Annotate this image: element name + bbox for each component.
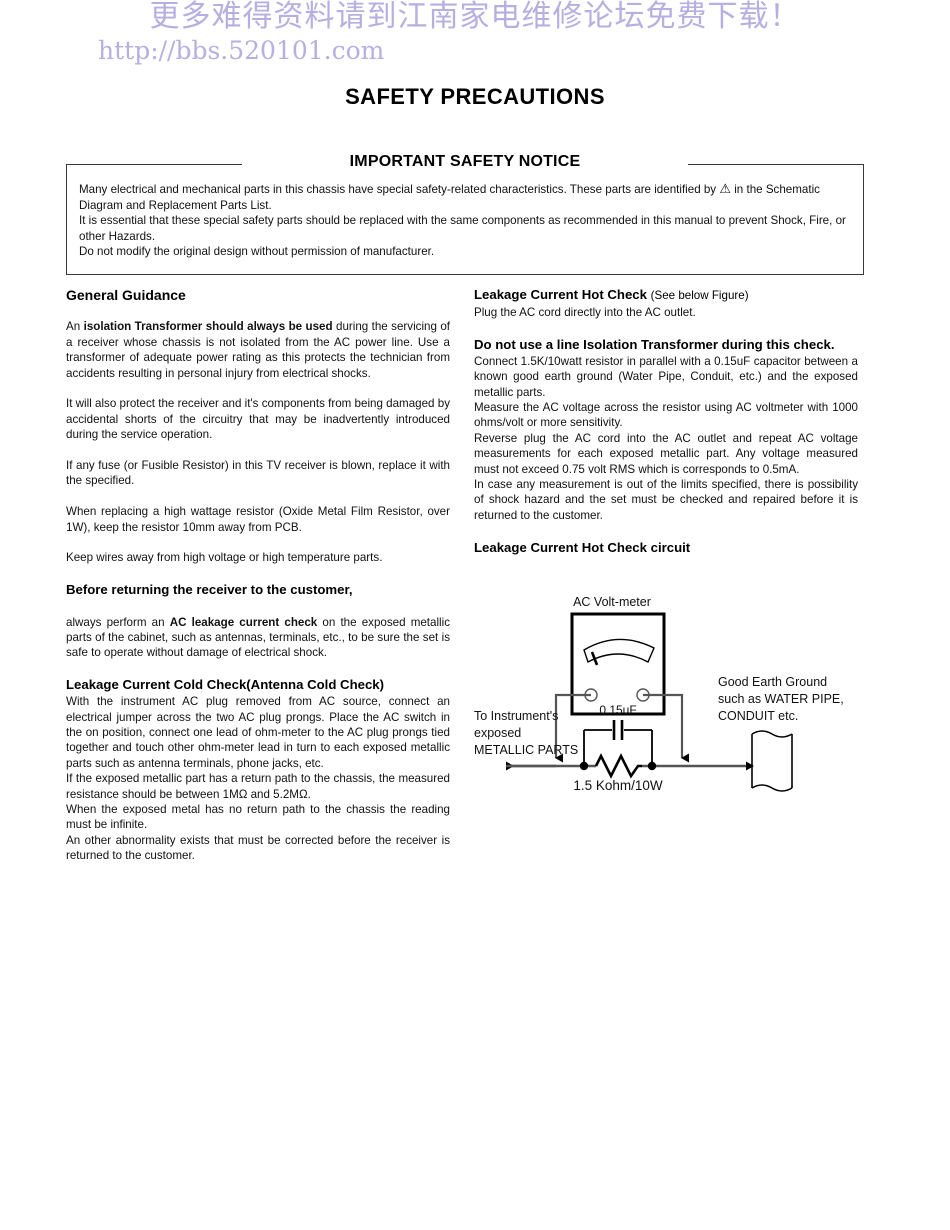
- important-safety-notice-box: Many electrical and mechanical parts in …: [66, 164, 864, 275]
- notice-line1-a: Many electrical and mechanical parts in …: [79, 183, 717, 196]
- right-label-line-3: CONDUIT etc.: [718, 709, 798, 723]
- paragraph-plug-ac-cord: Plug the AC cord directly into the AC ou…: [474, 306, 696, 319]
- p1-bold: isolation Transformer should always be u…: [83, 320, 333, 334]
- page-title: SAFETY PRECAUTIONS: [345, 84, 605, 109]
- document-page: 更多难得资料请到江南家电维修论坛免费下载！ http://bbs.520101.…: [0, 0, 950, 1230]
- leakage-current-hot-check-circuit-diagram: AC Volt-meter 0.15uF 1.5 Kohm/10W To Ins…: [474, 590, 874, 820]
- paragraph-measure-voltage: Measure the AC voltage across the resist…: [474, 401, 858, 430]
- right-label-line-2: such as WATER PIPE,: [718, 692, 844, 706]
- notice-body: Many electrical and mechanical parts in …: [67, 164, 863, 274]
- paragraph-other-abnormality: An other abnormality exists that must be…: [66, 833, 450, 863]
- heading-cold-check: Leakage Current Cold Check(Antenna Cold …: [66, 677, 385, 693]
- p6-bold: AC leakage current check: [169, 615, 318, 629]
- heading-before-returning: Before returning the receiver to the cus…: [66, 582, 353, 598]
- paragraph-connect-resistor: Connect 1.5K/10watt resistor in parallel…: [474, 354, 858, 399]
- notice-paragraph-3: Do not modify the original design withou…: [79, 245, 435, 258]
- warning-triangle-icon: ⚠: [719, 182, 731, 197]
- right-column: Leakage Current Hot Check (See below Fig…: [474, 286, 858, 557]
- meter-label: AC Volt-meter: [573, 595, 651, 609]
- notice-top-border: IMPORTANT SAFETY NOTICE: [66, 153, 864, 170]
- paragraph-wattage-resistor: When replacing a high wattage resistor (…: [66, 505, 450, 534]
- junction-dot-right: [647, 761, 657, 771]
- watermark-url: http://bbs.520101.com: [98, 36, 385, 65]
- watermark-chinese-text: 更多难得资料请到江南家电维修论坛免费下载！: [149, 0, 801, 34]
- p1-lead: An: [66, 320, 84, 334]
- left-label-line-1: To Instrument's: [474, 709, 558, 723]
- heading-hot-check: Leakage Current Hot Check (See below Fig…: [474, 286, 858, 305]
- paragraph-return-path-resistance: If the exposed metallic part has a retur…: [66, 772, 450, 801]
- paragraph-out-of-limits: In case any measurement is out of the li…: [474, 478, 858, 522]
- capacitor-label: 0.15uF: [599, 703, 636, 717]
- hot-check-title: Leakage Current Hot Check: [474, 287, 647, 302]
- notice-title: IMPORTANT SAFETY NOTICE: [349, 153, 581, 170]
- paragraph-protect-components: It will also protect the receiver and it…: [66, 397, 450, 442]
- paragraph-isolation-transformer: An isolation Transformer should always b…: [66, 319, 450, 381]
- notice-paragraph-2: It is essential that these special safet…: [79, 214, 846, 243]
- heading-hot-check-circuit: Leakage Current Hot Check circuit: [474, 539, 691, 555]
- heading-general-guidance: General Guidance: [66, 287, 186, 303]
- notice-paragraph-1: Many electrical and mechanical parts in …: [79, 182, 851, 213]
- junction-dot-left: [579, 761, 589, 771]
- left-label-line-3: METALLIC PARTS: [474, 743, 578, 757]
- paragraph-ac-leakage-check: always perform an AC leakage current che…: [66, 615, 450, 661]
- resistor-label: 1.5 Kohm/10W: [573, 778, 663, 793]
- watermark: 更多难得资料请到江南家电维修论坛免费下载！ http://bbs.520101.…: [0, 0, 950, 66]
- heading-do-not-use-isolation: Do not use a line Isolation Transformer …: [474, 336, 835, 352]
- paragraph-cold-check-procedure: With the instrument AC plug removed from…: [66, 695, 450, 770]
- p6-lead: always perform an: [66, 615, 170, 629]
- left-column: General Guidance An isolation Transforme…: [66, 286, 450, 864]
- hot-check-note: (See below Figure): [650, 289, 749, 302]
- paragraph-fuse: If any fuse (or Fusible Resistor) in thi…: [66, 459, 450, 488]
- paragraph-no-return-path: When the exposed metal has no return pat…: [66, 803, 450, 832]
- left-label-line-2: exposed: [474, 726, 521, 740]
- earth-ground-pipe-symbol: [751, 730, 793, 792]
- paragraph-reverse-plug: Reverse plug the AC cord into the AC out…: [474, 431, 858, 476]
- paragraph-keep-wires: Keep wires away from high voltage or hig…: [66, 551, 383, 565]
- right-label-line-1: Good Earth Ground: [718, 675, 827, 689]
